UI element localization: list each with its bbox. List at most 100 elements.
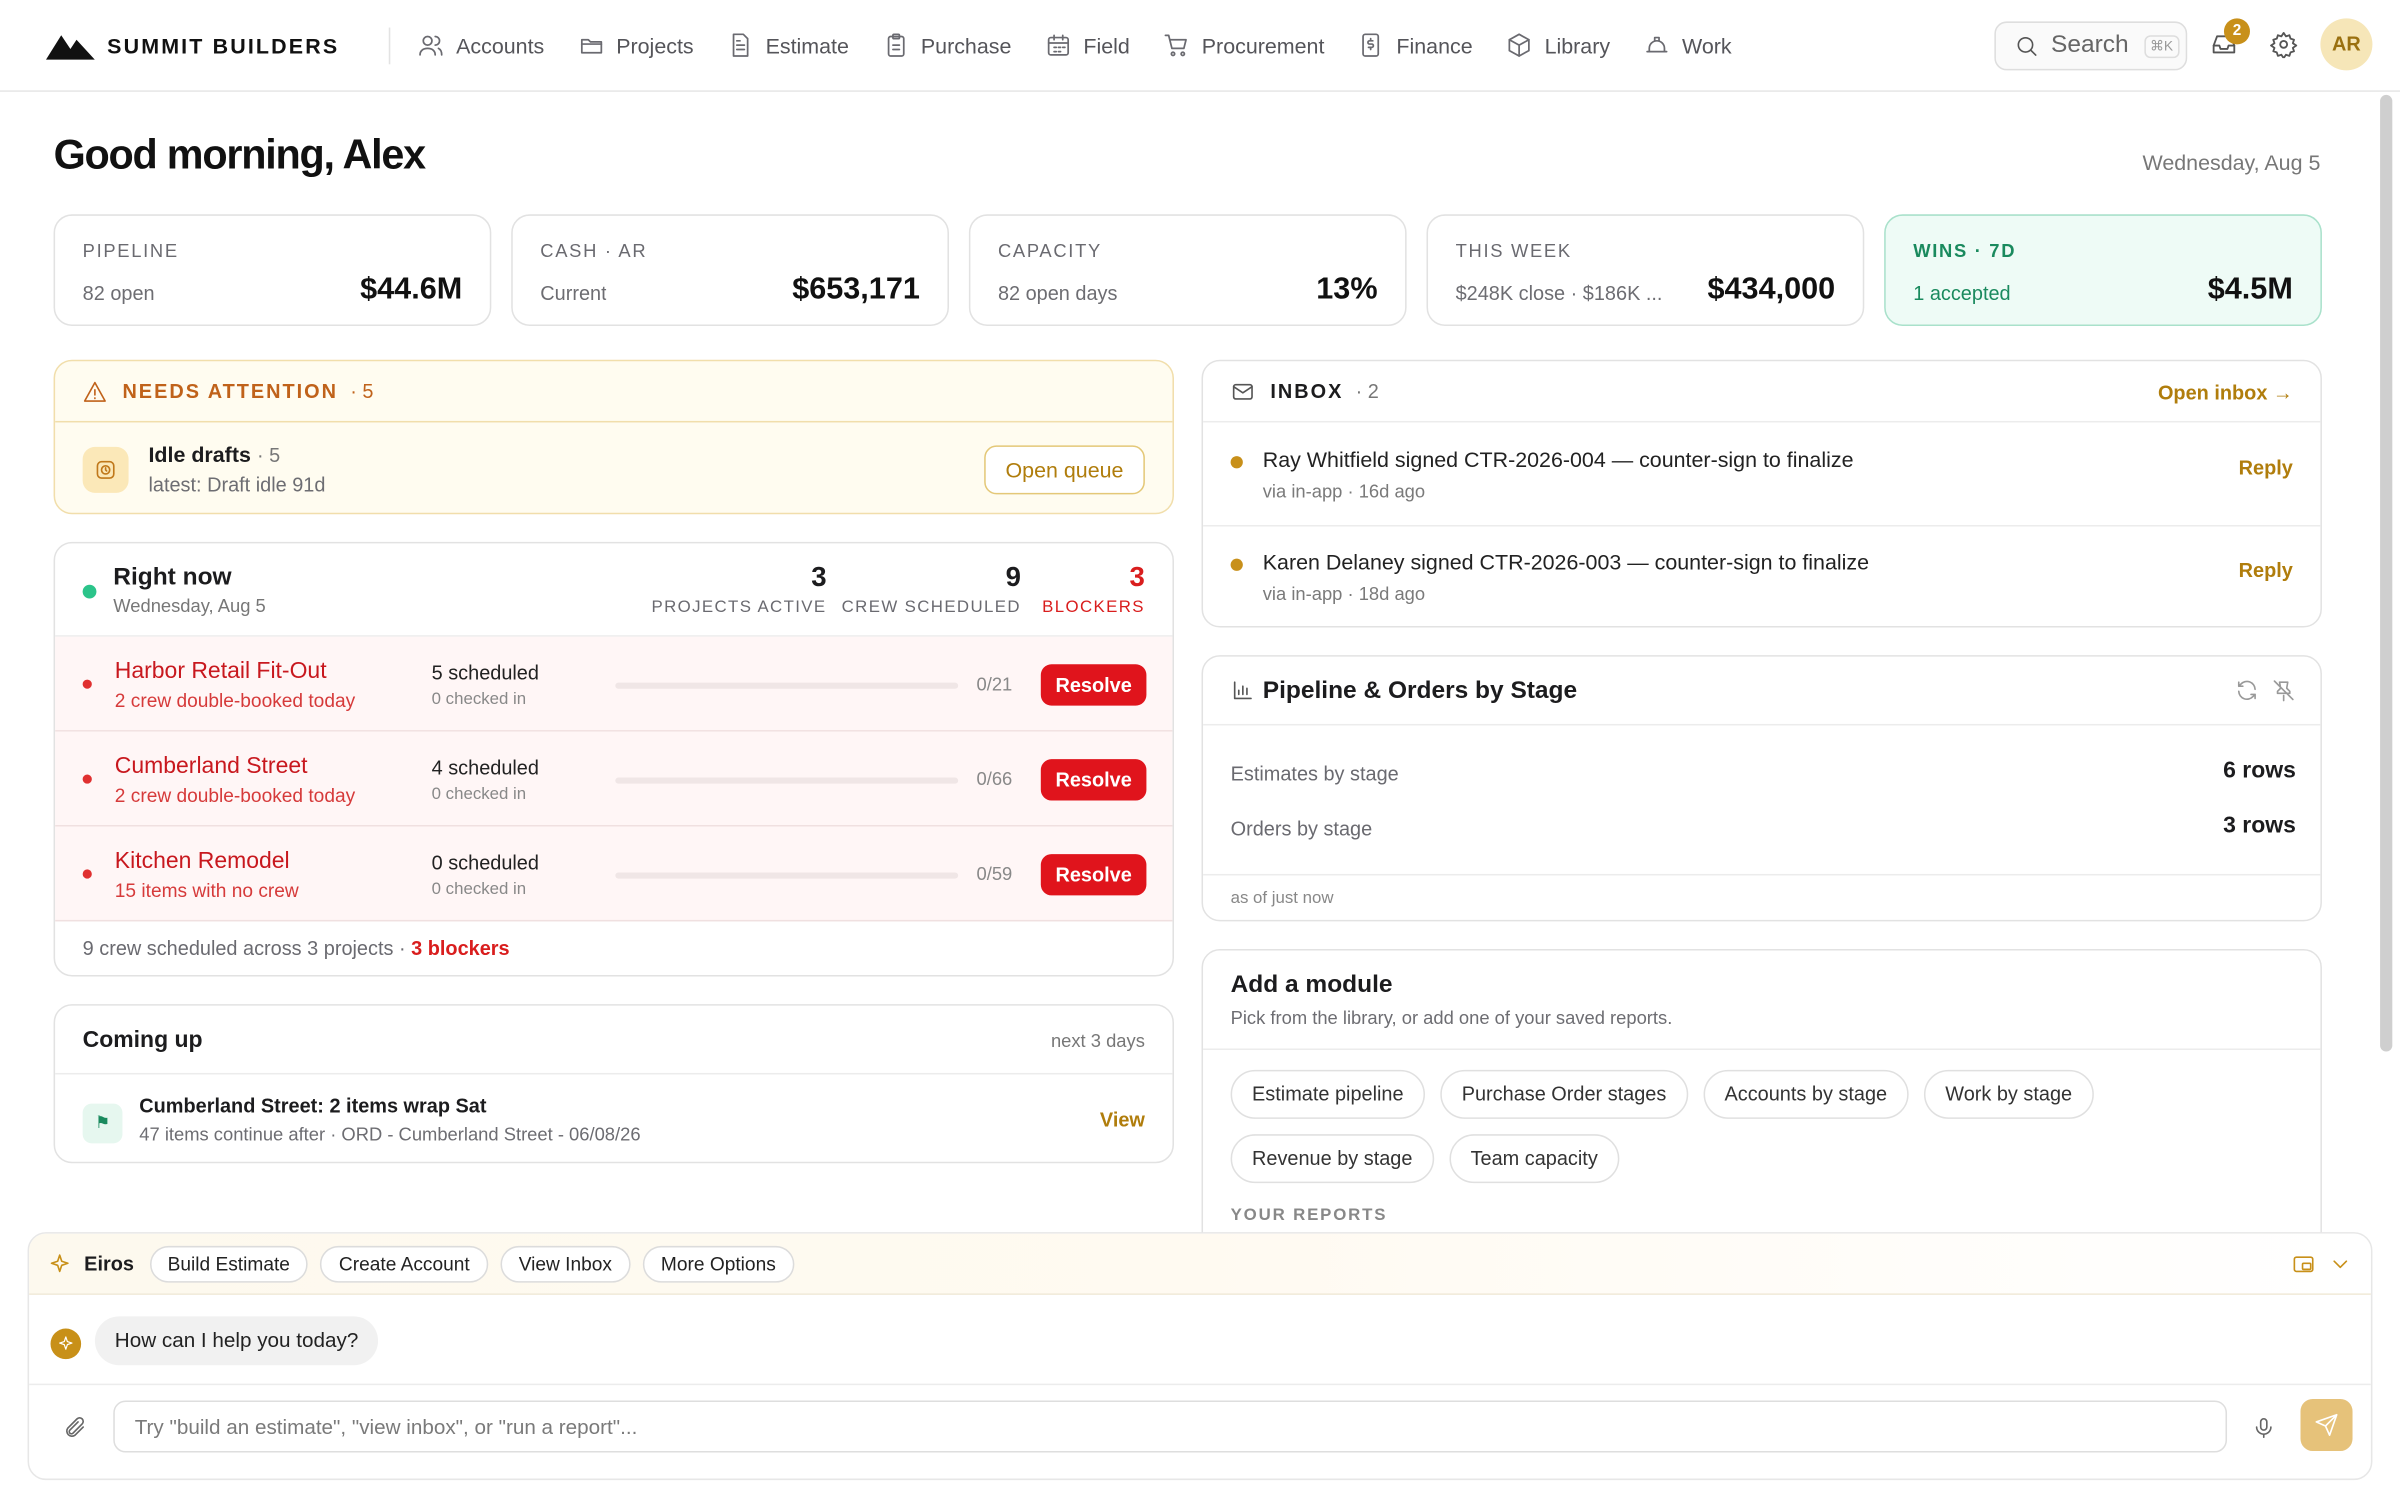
nav-item-field[interactable]: Field <box>1045 32 1130 58</box>
kpi-sub: 82 open days <box>997 281 1118 305</box>
nav-label: Finance <box>1396 32 1473 58</box>
kpi-value: $4.5M <box>2207 272 2293 307</box>
search-icon <box>2017 36 2037 56</box>
reply-button[interactable]: Reply <box>2239 456 2293 479</box>
assistant-avatar <box>50 1328 82 1360</box>
list-item[interactable]: Karen Delaney signed CTR-2026-003 — coun… <box>1203 527 2320 626</box>
your-reports-label: YOUR REPORTS <box>1230 1206 1388 1225</box>
bar-chart-icon <box>1233 681 1252 700</box>
table-row[interactable]: Cumberland Street 2 crew double-booked t… <box>55 731 1173 827</box>
coming-up-title: Coming up <box>82 1027 203 1054</box>
nav-item-estimate[interactable]: Estimate <box>727 32 849 58</box>
chat-input[interactable] <box>113 1400 2228 1453</box>
module-chip[interactable]: Purchase Order stages <box>1440 1069 1688 1119</box>
nav-item-library[interactable]: Library <box>1506 32 1610 58</box>
kpi-label: CASH · AR <box>540 240 648 262</box>
reply-button[interactable]: Reply <box>2239 559 2293 582</box>
attach-button[interactable] <box>63 1416 87 1440</box>
kpi-card-capacity[interactable]: CAPACITY 82 open days 13% <box>968 214 1407 327</box>
popout-button[interactable] <box>2291 1252 2315 1276</box>
quick-action-create-account[interactable]: Create Account <box>320 1245 489 1282</box>
row-label: Estimates by stage <box>1230 762 1399 786</box>
microphone-button[interactable] <box>2252 1416 2276 1440</box>
resolve-button[interactable]: Resolve <box>1040 759 1147 801</box>
coming-up-header: Coming up next 3 days <box>55 1006 1173 1075</box>
nav-label: Procurement <box>1201 32 1325 58</box>
refresh-button[interactable] <box>2235 678 2259 702</box>
unpin-button[interactable] <box>2271 678 2295 702</box>
user-avatar[interactable]: AR <box>2320 18 2373 71</box>
footer-blockers[interactable]: 3 blockers <box>411 937 509 960</box>
kpi-card-pipeline[interactable]: PIPELINE 82 open $44.6M <box>53 214 492 327</box>
idle-drafts-label: Idle drafts <box>148 442 251 467</box>
microphone-icon <box>2255 1418 2272 1439</box>
blocker-dot <box>82 679 92 689</box>
quick-action-more-options[interactable]: More Options <box>642 1245 795 1282</box>
pipeline-row-orders[interactable]: Orders by stage 3 rows <box>1231 813 2296 841</box>
module-chip[interactable]: Work by stage <box>1923 1069 2094 1119</box>
inbox-header: INBOX · 2 <box>1203 361 2321 423</box>
right-now-card: Right now Wednesday, Aug 5 3 PROJECTS AC… <box>53 541 1174 977</box>
collapse-button[interactable] <box>2328 1252 2352 1276</box>
cube-icon <box>1508 33 1530 57</box>
mail-icon <box>1232 383 1253 400</box>
nav-item-procurement[interactable]: Procurement <box>1163 32 1324 58</box>
nav-item-purchase[interactable]: Purchase <box>883 32 1011 58</box>
clipboard-icon <box>887 33 905 57</box>
pipeline-row-estimates[interactable]: Estimates by stage 6 rows <box>1230 758 2296 786</box>
nav-item-projects[interactable]: Projects <box>578 32 694 58</box>
resolve-button[interactable]: Resolve <box>1040 664 1147 706</box>
brand[interactable]: SUMMIT BUILDERS <box>45 31 389 59</box>
settings-button[interactable] <box>2270 31 2298 59</box>
kpi-label: CAPACITY <box>997 240 1102 262</box>
kpi-card-wins[interactable]: WINS · 7D 1 accepted $4.5M <box>1884 214 2322 327</box>
inbox-count: · 2 <box>1355 379 1379 403</box>
search-label: Search <box>2051 32 2129 59</box>
inbox-title: INBOX <box>1270 379 1344 403</box>
nav-item-finance[interactable]: Finance <box>1358 32 1473 58</box>
kpi-card-cash-ar[interactable]: CASH · AR Current $653,171 <box>511 214 949 327</box>
dollar-file-icon <box>1362 33 1380 57</box>
chevron-down-icon <box>2333 1260 2348 1269</box>
module-chip[interactable]: Team capacity <box>1449 1134 1620 1184</box>
project-name[interactable]: Cumberland Street <box>115 753 308 779</box>
chat-input-row <box>29 1383 2371 1479</box>
list-item[interactable]: Ray Whitfield signed CTR-2026-004 — coun… <box>1203 424 2321 527</box>
sparkle-icon <box>50 1253 69 1272</box>
project-name[interactable]: Harbor Retail Fit-Out <box>115 658 327 684</box>
nav-label: Work <box>1682 32 1732 58</box>
warning-icon <box>83 381 106 402</box>
kpi-card-this-week[interactable]: THIS WEEK $248K close · $186K ... $434,0… <box>1426 214 1865 327</box>
footer-summary: 9 crew scheduled across 3 projects · <box>82 936 406 960</box>
checked-in-count: 0 checked in <box>431 785 527 804</box>
project-name[interactable]: Kitchen Remodel <box>115 848 290 874</box>
open-inbox-link[interactable]: Open inbox → <box>2158 381 2293 404</box>
mountain-logo-icon <box>45 34 95 59</box>
nav-label: Accounts <box>456 32 545 58</box>
page-scrollbar[interactable] <box>2380 94 2393 1052</box>
add-module-card: Add a module Pick from the library, or a… <box>1201 948 2322 1256</box>
project-issue: 2 crew double-booked today <box>114 785 356 807</box>
module-chip[interactable]: Estimate pipeline <box>1230 1069 1425 1119</box>
resolve-button[interactable]: Resolve <box>1040 854 1147 896</box>
search-button[interactable]: Search ⌘K <box>1994 21 2188 71</box>
quick-action-build-estimate[interactable]: Build Estimate <box>149 1245 309 1282</box>
quick-action-view-inbox[interactable]: View Inbox <box>500 1245 631 1282</box>
module-chip[interactable]: Accounts by stage <box>1703 1069 1909 1119</box>
kpi-sub: $248K close · $186K ... <box>1455 281 1663 305</box>
nav-item-work[interactable]: Work <box>1644 32 1732 58</box>
needs-attention-card: NEEDS ATTENTION · 5 Idle drafts · 5 lates… <box>53 359 1174 515</box>
view-link[interactable]: View <box>1100 1108 1145 1131</box>
blocker-dot <box>82 869 92 879</box>
open-queue-button[interactable]: Open queue <box>984 445 1145 495</box>
pipeline-header: Pipeline & Orders by Stage <box>1203 657 2321 726</box>
module-chip[interactable]: Revenue by stage <box>1230 1134 1434 1184</box>
table-row[interactable]: Kitchen Remodel 15 items with no crew 0 … <box>55 826 1173 922</box>
hardhat-icon <box>1646 36 1668 53</box>
brand-name: SUMMIT BUILDERS <box>107 32 340 58</box>
nav-item-accounts[interactable]: Accounts <box>418 32 544 58</box>
table-row[interactable]: Harbor Retail Fit-Out 2 crew double-book… <box>55 636 1173 732</box>
send-button[interactable] <box>2300 1398 2353 1452</box>
pipeline-card: Pipeline & Orders by Stage Estimates by … <box>1201 655 2322 922</box>
assistant-panel: Eiros Build Estimate Create Account View… <box>27 1232 2373 1481</box>
